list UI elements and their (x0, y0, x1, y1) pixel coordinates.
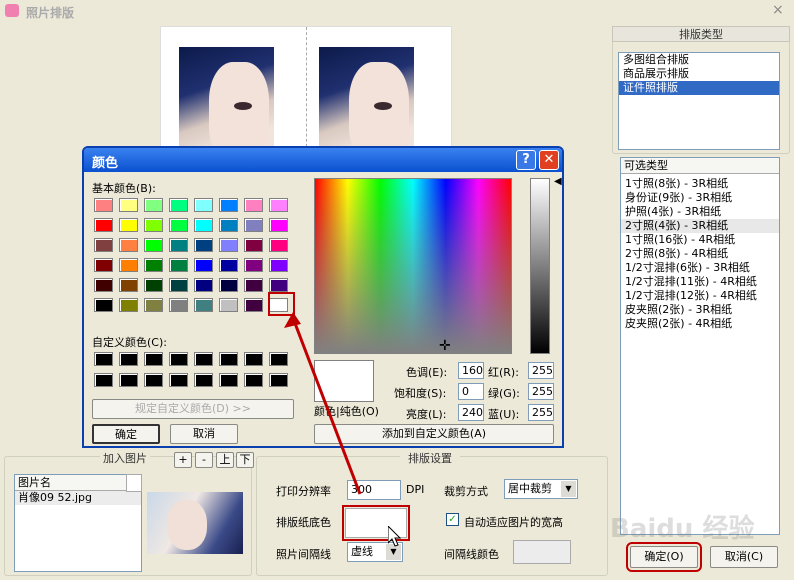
annotation-arrow (284, 312, 362, 495)
mouse-cursor-icon (388, 526, 402, 547)
